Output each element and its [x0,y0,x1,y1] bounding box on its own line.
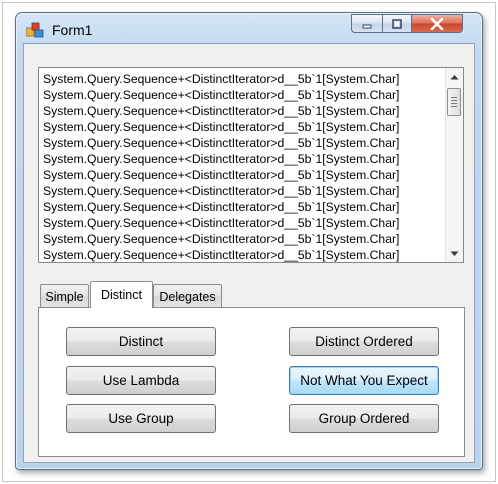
list-item[interactable]: System.Query.Sequence+<DistinctIterator>… [43,167,439,183]
distinct-button[interactable]: Distinct [66,327,216,356]
close-button[interactable] [411,14,463,33]
scroll-up-button[interactable] [446,68,463,85]
list-item[interactable]: System.Query.Sequence+<DistinctIterator>… [43,71,439,87]
list-item[interactable]: System.Query.Sequence+<DistinctIterator>… [43,103,439,119]
tab-simple[interactable]: Simple [40,284,89,308]
tab-page-distinct: Distinct Use Lambda Use Group Distinct O… [38,307,465,457]
client-area: System.Query.Sequence+<DistinctIterator>… [23,43,475,463]
close-icon [430,17,444,30]
use-lambda-button[interactable]: Use Lambda [66,366,216,395]
listbox-items: System.Query.Sequence+<DistinctIterator>… [43,71,439,262]
minimize-icon [362,24,372,28]
maximize-button[interactable] [382,14,412,33]
app-icon [26,22,44,38]
tab-distinct[interactable]: Distinct [90,281,153,308]
results-listbox[interactable]: System.Query.Sequence+<DistinctIterator>… [38,67,464,263]
list-item[interactable]: System.Query.Sequence+<DistinctIterator>… [43,135,439,151]
window-title: Form1 [52,22,93,38]
group-ordered-button[interactable]: Group Ordered [289,404,439,433]
list-item[interactable]: System.Query.Sequence+<DistinctIterator>… [43,151,439,167]
not-what-you-expect-button[interactable]: Not What You Expect [289,366,439,395]
list-item[interactable]: System.Query.Sequence+<DistinctIterator>… [43,215,439,231]
list-item[interactable]: System.Query.Sequence+<DistinctIterator>… [43,119,439,135]
list-item[interactable]: System.Query.Sequence+<DistinctIterator>… [43,183,439,199]
scroll-down-button[interactable] [446,245,463,262]
screenshot-frame: Form1 System.Query.Sequence+<DistinctIte… [2,2,496,482]
arrow-down-icon [450,251,459,256]
scroll-thumb[interactable] [447,88,461,116]
maximize-icon [392,18,402,29]
list-item[interactable]: System.Query.Sequence+<DistinctIterator>… [43,87,439,103]
list-item[interactable]: System.Query.Sequence+<DistinctIterator>… [43,247,439,262]
arrow-up-icon [450,74,459,79]
vertical-scrollbar[interactable] [445,68,463,262]
minimize-button[interactable] [351,14,383,33]
use-group-button[interactable]: Use Group [66,404,216,433]
distinct-ordered-button[interactable]: Distinct Ordered [289,327,439,356]
form-window: Form1 System.Query.Sequence+<DistinctIte… [15,12,483,470]
list-item[interactable]: System.Query.Sequence+<DistinctIterator>… [43,199,439,215]
title-bar[interactable]: Form1 [16,13,482,43]
tab-delegates[interactable]: Delegates [153,284,222,308]
list-item[interactable]: System.Query.Sequence+<DistinctIterator>… [43,231,439,247]
